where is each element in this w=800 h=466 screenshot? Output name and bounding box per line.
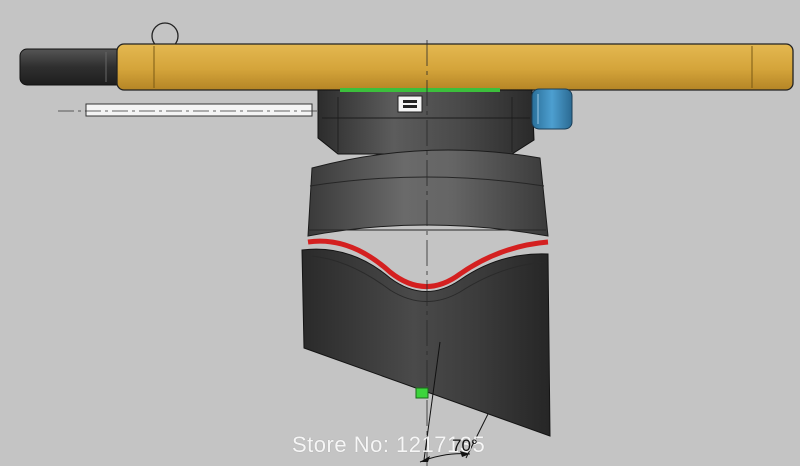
collar-latch-slot-2 [403,105,417,108]
angle-label: 70° [452,436,478,455]
collar-latch [397,95,423,113]
top-bar [116,43,794,91]
collar-latch-slot-1 [403,100,417,103]
collar [317,89,535,155]
middle-sleeve [307,149,549,237]
green-marker-icon [415,387,429,399]
cad-diagram: Store No: 1217135 70° [0,0,800,466]
white-rod [85,103,313,117]
handle [19,48,125,86]
lower-body [301,248,551,437]
diagram-canvas [19,22,794,466]
collar-green-band [340,88,500,92]
